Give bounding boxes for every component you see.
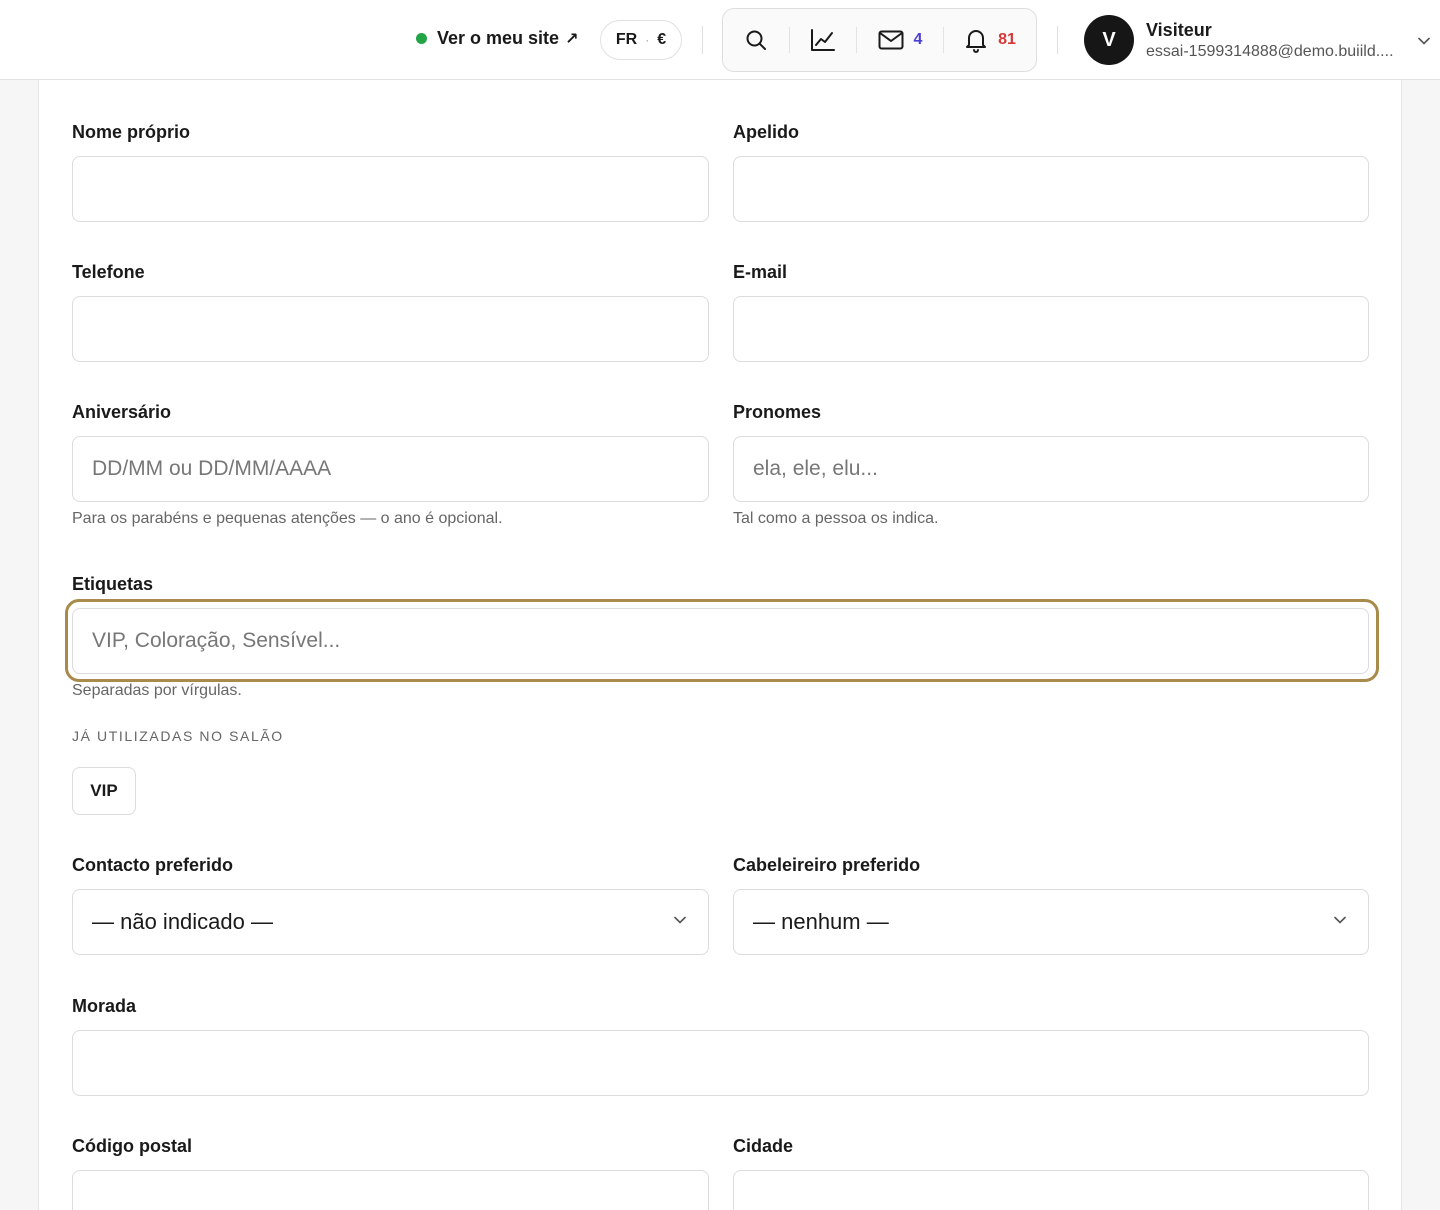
first-name-label: Nome próprio bbox=[72, 122, 191, 142]
currency-label: € bbox=[657, 31, 667, 48]
messages-count-badge: 4 bbox=[913, 31, 923, 48]
email-label: E-mail bbox=[733, 262, 788, 282]
notifications-button[interactable]: 81 bbox=[944, 9, 1036, 71]
postal-code-label: Código postal bbox=[72, 1136, 192, 1156]
preferred-stylist-label: Cabeleireiro preferido bbox=[733, 855, 921, 875]
view-site-link[interactable]: Ver o meu site ↗ bbox=[416, 28, 578, 49]
external-link-icon: ↗ bbox=[565, 30, 579, 48]
user-menu[interactable]: V Visiteur essai-1599314888@demo.buiild.… bbox=[1084, 15, 1402, 65]
mail-icon bbox=[878, 30, 904, 50]
search-button[interactable] bbox=[723, 9, 789, 71]
postal-code-input[interactable] bbox=[72, 1170, 709, 1210]
pronouns-label: Pronomes bbox=[733, 402, 822, 422]
locale-separator: · bbox=[645, 33, 650, 47]
online-status-dot bbox=[416, 33, 427, 44]
preferred-stylist-select[interactable]: — nenhum — bbox=[733, 889, 1369, 955]
city-input[interactable] bbox=[733, 1170, 1369, 1210]
messages-button[interactable]: 4 bbox=[857, 9, 943, 71]
stats-button[interactable] bbox=[790, 9, 856, 71]
user-info: Visiteur essai-1599314888@demo.buiild...… bbox=[1146, 20, 1402, 61]
pronouns-input[interactable] bbox=[733, 436, 1369, 502]
toolbar-icon-group: 4 81 bbox=[722, 8, 1037, 72]
user-name: Visiteur bbox=[1146, 19, 1212, 40]
birthday-label: Aniversário bbox=[72, 402, 172, 422]
avatar: V bbox=[1084, 15, 1134, 65]
phone-input[interactable] bbox=[72, 296, 709, 362]
last-name-input[interactable] bbox=[733, 156, 1369, 222]
last-name-label: Apelido bbox=[733, 122, 799, 142]
preferred-contact-label: Contacto preferido bbox=[72, 855, 234, 875]
bell-icon bbox=[966, 30, 987, 53]
user-menu-toggle[interactable] bbox=[1418, 32, 1430, 50]
notifications-count-badge: 81 bbox=[998, 31, 1016, 48]
tags-input[interactable] bbox=[72, 608, 1369, 674]
preferred-contact-select[interactable]: — não indicado — bbox=[72, 889, 709, 955]
search-icon bbox=[746, 30, 766, 50]
city-label: Cidade bbox=[733, 1136, 794, 1156]
used-tags-caption: JÁ UTILIZADAS NO SALÃO bbox=[72, 728, 284, 744]
chart-line-icon bbox=[811, 29, 835, 51]
divider bbox=[702, 26, 703, 54]
chevron-down-icon bbox=[674, 916, 686, 924]
birthday-hint: Para os parabéns e pequenas atenções — o… bbox=[72, 510, 503, 527]
address-input[interactable] bbox=[72, 1030, 1369, 1096]
tags-label: Etiquetas bbox=[72, 574, 154, 594]
pronouns-hint: Tal como a pessoa os indica. bbox=[733, 510, 939, 527]
preferred-stylist-value: — nenhum — bbox=[753, 909, 889, 934]
user-email: essai-1599314888@demo.buiild.... bbox=[1146, 42, 1394, 60]
email-input[interactable] bbox=[733, 296, 1369, 362]
chevron-down-icon bbox=[1418, 37, 1430, 45]
birthday-input[interactable] bbox=[72, 436, 709, 502]
client-form-card: Nome próprio Apelido Telefone E-mail Ani… bbox=[38, 80, 1402, 1210]
tags-hint: Separadas por vírgulas. bbox=[72, 682, 242, 699]
tag-chip-vip[interactable]: VIP bbox=[72, 767, 136, 815]
address-label: Morada bbox=[72, 996, 137, 1016]
preferred-contact-value: — não indicado — bbox=[92, 909, 273, 934]
first-name-input[interactable] bbox=[72, 156, 709, 222]
view-site-label: Ver o meu site bbox=[437, 28, 560, 48]
chevron-down-icon bbox=[1334, 916, 1346, 924]
top-bar: Ver o meu site ↗ FR · € 4 81 V Visiteur bbox=[0, 0, 1440, 80]
locale-currency-switcher[interactable]: FR · € bbox=[600, 20, 682, 60]
divider bbox=[1057, 26, 1058, 54]
phone-label: Telefone bbox=[72, 262, 145, 282]
locale-label: FR bbox=[615, 31, 638, 48]
